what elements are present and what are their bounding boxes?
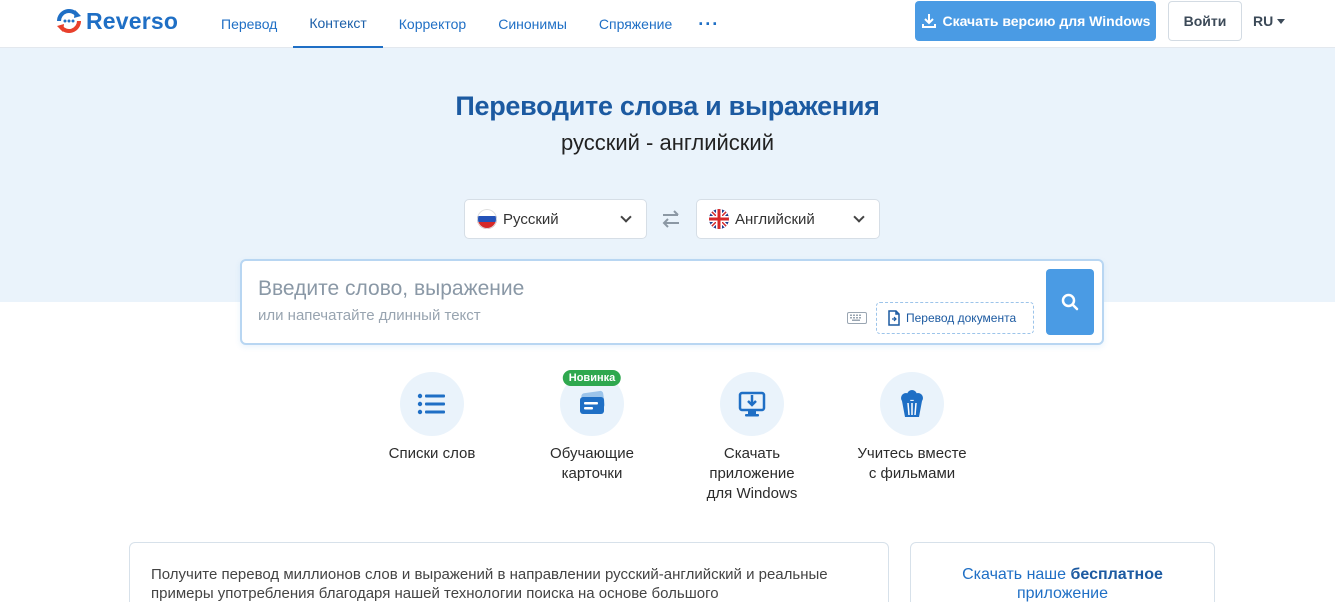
translate-document-label: Перевод документа [906, 311, 1017, 325]
feature-label: Учитесь вместе с фильмами [857, 445, 967, 482]
login-button[interactable]: Войти [1168, 1, 1242, 41]
chevron-down-icon [620, 211, 632, 223]
feature-word-lists[interactable]: Списки слов [362, 372, 502, 464]
search-placeholder-secondary: или напечатайте длинный текст [258, 307, 481, 324]
flashcards-icon [580, 390, 605, 414]
new-badge: Новинка [562, 370, 622, 386]
nav-item-conjugation[interactable]: Спряжение [583, 0, 688, 48]
download-windows-button[interactable]: Скачать версию для Windows [915, 1, 1156, 41]
feature-download-windows-app[interactable]: Скачать приложение для Windows [682, 372, 822, 504]
download-monitor-icon [738, 391, 766, 417]
feature-label: Обучающие карточки [550, 445, 634, 482]
nav-item-translation[interactable]: Перевод [205, 0, 293, 48]
search-placeholder: Введите слово, выражение [258, 277, 525, 300]
chevron-down-icon [853, 211, 865, 223]
download-icon [921, 14, 936, 28]
app-promo-card[interactable]: Скачать наше бесплатное приложение [910, 542, 1215, 602]
swap-languages-icon[interactable] [660, 208, 682, 230]
download-windows-label: Скачать версию для Windows [942, 13, 1151, 29]
reverso-logo-icon [57, 9, 81, 33]
info-text: Получите перевод миллионов слов и выраже… [151, 566, 828, 602]
page-subtitle: русский - английский [560, 130, 775, 155]
nav-more-button[interactable]: ··· [688, 0, 737, 48]
russia-flag-icon [477, 209, 497, 229]
reverso-logo[interactable]: Reverso [55, 6, 178, 36]
feature-label: Скачать приложение для Windows [706, 445, 798, 502]
feature-learn-with-movies[interactable]: Учитесь вместе с фильмами [842, 372, 982, 484]
source-language-select[interactable]: Русский [464, 199, 647, 239]
info-card: Получите перевод миллионов слов и выраже… [129, 542, 889, 602]
feature-icon-circle [720, 372, 784, 436]
feature-flashcards[interactable]: Новинка Обучающие карточки [522, 370, 662, 484]
translate-document-button[interactable]: Перевод документа [876, 302, 1034, 334]
interface-language-selector[interactable]: RU [1253, 1, 1286, 41]
document-icon [888, 310, 900, 326]
main-nav: Перевод Контекст Корректор Синонимы Спря… [205, 0, 737, 48]
search-icon [1061, 293, 1079, 311]
target-language-label: Английский [735, 210, 815, 228]
search-button[interactable] [1046, 269, 1094, 335]
app-promo-prefix: Скачать наше [962, 566, 1067, 583]
feature-icon-circle [400, 372, 464, 436]
feature-label: Списки слов [388, 445, 476, 462]
search-input[interactable]: Введите слово, выражение или напечатайте… [240, 259, 1104, 345]
logo-text: Reverso [86, 7, 179, 34]
feature-icon-circle [880, 372, 944, 436]
source-language-label: Русский [503, 210, 559, 228]
nav-item-context[interactable]: Контекст [293, 0, 383, 48]
keyboard-icon[interactable] [847, 312, 867, 324]
uk-flag-icon [709, 209, 729, 229]
top-header: Reverso Перевод Контекст Корректор Синон… [0, 0, 1335, 48]
popcorn-icon [901, 390, 923, 417]
list-icon [417, 393, 445, 415]
nav-item-synonyms[interactable]: Синонимы [482, 0, 583, 48]
caret-down-icon [1277, 18, 1286, 24]
target-language-select[interactable]: Английский [696, 199, 880, 239]
app-promo-bold: бесплатное [1070, 566, 1163, 583]
nav-item-grammar[interactable]: Корректор [383, 0, 482, 48]
app-promo-suffix: приложение [1016, 585, 1108, 602]
interface-language-label: RU [1253, 13, 1274, 29]
page-title: Переводите слова и выражения [455, 91, 880, 121]
